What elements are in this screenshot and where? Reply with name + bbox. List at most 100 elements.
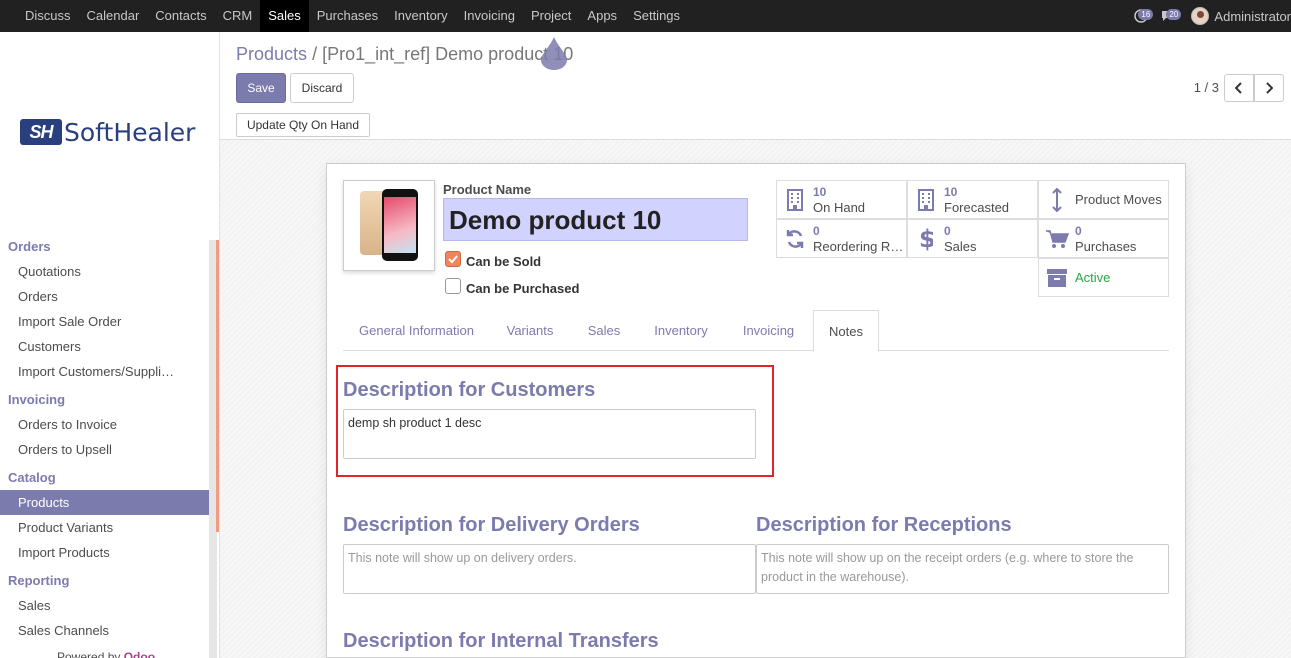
- tab-notes[interactable]: Notes: [813, 310, 879, 352]
- menu-settings[interactable]: Settings: [625, 0, 688, 32]
- sidebar-item-products[interactable]: Products: [0, 490, 209, 515]
- notebook-tabs: General Information Variants Sales Inven…: [343, 310, 1169, 352]
- user-name: Administrator: [1214, 8, 1291, 24]
- refresh-icon: [786, 229, 804, 248]
- product-moves-label: Product Moves: [1075, 192, 1162, 207]
- menu-contacts[interactable]: Contacts: [147, 0, 214, 32]
- sales-count: 0: [944, 224, 951, 238]
- user-menu[interactable]: Administrator: [1191, 7, 1291, 25]
- odoo-link[interactable]: Odoo: [124, 650, 155, 658]
- description-receptions-title: Description for Receptions: [756, 514, 1012, 536]
- can-be-purchased-label[interactable]: Can be Purchased: [466, 281, 579, 296]
- powered-by-text: Powered by: [57, 650, 121, 658]
- sidebar-menu: Orders Quotations Orders Import Sale Ord…: [0, 234, 209, 643]
- breadcrumb-separator: /: [312, 44, 318, 64]
- sidebar-item-customers[interactable]: Customers: [0, 334, 209, 359]
- powered-by: Powered by Odoo: [57, 650, 155, 658]
- sidebar-header-catalog[interactable]: Catalog: [0, 465, 209, 490]
- sidebar-item-import-sale-order[interactable]: Import Sale Order: [0, 309, 209, 334]
- product-moves-button[interactable]: Product Moves: [1038, 180, 1169, 219]
- logo-mark: SH: [20, 119, 62, 145]
- sales-button[interactable]: $ 0 Sales: [907, 219, 1038, 258]
- menu-inventory[interactable]: Inventory: [386, 0, 455, 32]
- sidebar-header-invoicing[interactable]: Invoicing: [0, 387, 209, 412]
- menu-invoicing[interactable]: Invoicing: [456, 0, 523, 32]
- product-image[interactable]: [343, 180, 435, 271]
- form-statusbar: Update Qty On Hand: [220, 110, 1291, 140]
- phone-front-image: [382, 189, 418, 261]
- product-name-input[interactable]: Demo product 10: [443, 198, 748, 241]
- menu-sales[interactable]: Sales: [260, 0, 309, 32]
- sidebar-item-quotations[interactable]: Quotations: [0, 259, 209, 284]
- dollar-icon: $: [919, 227, 933, 251]
- discard-button[interactable]: Discard: [290, 73, 354, 103]
- sidebar-item-product-variants[interactable]: Product Variants: [0, 515, 209, 540]
- menu-discuss[interactable]: Discuss: [0, 0, 79, 32]
- tab-variants[interactable]: Variants: [490, 310, 570, 351]
- company-logo: SH SoftHealer: [20, 116, 200, 148]
- description-delivery-title: Description for Delivery Orders: [343, 514, 640, 536]
- update-qty-button[interactable]: Update Qty On Hand: [236, 113, 370, 137]
- sidebar: SH SoftHealer Orders Quotations Orders I…: [0, 32, 220, 658]
- breadcrumb-current: [Pro1_int_ref] Demo product 10: [322, 44, 574, 64]
- description-customers-field[interactable]: demp sh product 1 desc: [343, 409, 756, 459]
- menu-crm[interactable]: CRM: [215, 0, 261, 32]
- svg-text:$: $: [919, 227, 933, 251]
- active-toggle-button[interactable]: Active: [1038, 258, 1169, 297]
- building-icon: [787, 188, 803, 211]
- reordering-rules-button[interactable]: 0 Reordering R…: [776, 219, 907, 258]
- description-receptions-field[interactable]: This note will show up on the receipt or…: [756, 544, 1169, 594]
- avatar: [1191, 7, 1210, 25]
- building-icon: [918, 188, 934, 211]
- sidebar-item-orders-to-upsell[interactable]: Orders to Upsell: [0, 437, 209, 462]
- pager-next-button[interactable]: [1254, 74, 1284, 102]
- breadcrumb-products-link[interactable]: Products: [236, 44, 307, 64]
- sidebar-item-sales-channels[interactable]: Sales Channels: [0, 618, 209, 643]
- tab-inventory[interactable]: Inventory: [638, 310, 724, 351]
- tab-invoicing[interactable]: Invoicing: [724, 310, 813, 351]
- sidebar-item-import-products[interactable]: Import Products: [0, 540, 209, 565]
- description-delivery-field[interactable]: This note will show up on delivery order…: [343, 544, 756, 594]
- chevron-left-icon: [1235, 82, 1242, 94]
- sidebar-scroll-accent: [216, 240, 219, 532]
- archive-icon: [1047, 268, 1067, 287]
- sidebar-header-orders[interactable]: Orders: [0, 234, 209, 259]
- messages-count-badge: 20: [1166, 9, 1182, 20]
- menu-project[interactable]: Project: [523, 0, 579, 32]
- on-hand-count: 10: [813, 185, 827, 199]
- sidebar-header-reporting[interactable]: Reporting: [0, 568, 209, 593]
- app-menu: Discuss Calendar Contacts CRM Sales Purc…: [0, 0, 688, 32]
- description-customers-title: Description for Customers: [343, 379, 596, 401]
- pager-value[interactable]: 1 / 3: [1194, 80, 1219, 95]
- on-hand-button[interactable]: 10 On Hand: [776, 180, 907, 219]
- cart-icon: [1046, 229, 1069, 248]
- pager-previous-button[interactable]: [1224, 74, 1254, 102]
- can-be-sold-label[interactable]: Can be Sold: [466, 254, 541, 269]
- sidebar-item-import-customers[interactable]: Import Customers/Suppli…: [0, 359, 209, 384]
- menu-apps[interactable]: Apps: [579, 0, 625, 32]
- tab-sales[interactable]: Sales: [570, 310, 638, 351]
- purchases-button[interactable]: 0 Purchases: [1038, 219, 1169, 258]
- messages-button[interactable]: 20: [1155, 0, 1183, 32]
- save-button[interactable]: Save: [236, 73, 286, 103]
- reordering-label: Reordering R…: [813, 239, 904, 254]
- sidebar-item-sales[interactable]: Sales: [0, 593, 209, 618]
- reordering-count: 0: [813, 224, 820, 238]
- forecasted-label: Forecasted: [944, 200, 1010, 215]
- sidebar-item-orders-to-invoice[interactable]: Orders to Invoice: [0, 412, 209, 437]
- forecasted-button[interactable]: 10 Forecasted: [907, 180, 1038, 219]
- logo-text: SoftHealer: [64, 117, 196, 147]
- sidebar-item-orders[interactable]: Orders: [0, 284, 209, 309]
- product-name-label: Product Name: [443, 182, 532, 197]
- chevron-right-icon: [1266, 82, 1273, 94]
- check-icon: [448, 255, 458, 264]
- can-be-purchased-checkbox[interactable]: [445, 278, 461, 294]
- menu-calendar[interactable]: Calendar: [79, 0, 148, 32]
- purchases-count: 0: [1075, 224, 1082, 238]
- can-be-sold-checkbox[interactable]: [445, 251, 461, 267]
- activity-count-badge: 16: [1138, 9, 1154, 20]
- menu-purchases[interactable]: Purchases: [309, 0, 386, 32]
- activity-button[interactable]: 16: [1127, 0, 1155, 32]
- tab-general-information[interactable]: General Information: [343, 310, 490, 351]
- cursor-drop-icon: [541, 37, 567, 70]
